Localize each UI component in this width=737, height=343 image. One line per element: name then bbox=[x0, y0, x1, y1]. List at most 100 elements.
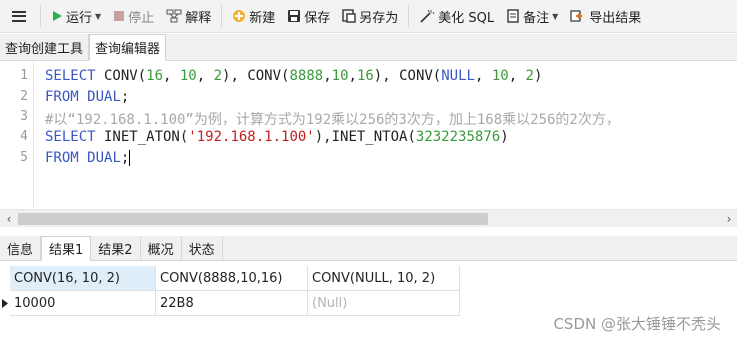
beautify-sql-button[interactable]: 美化 SQL bbox=[415, 3, 498, 29]
grid-cell[interactable]: 22B8 bbox=[156, 291, 308, 316]
sql-keyword: FROM bbox=[45, 89, 79, 105]
sql-text: ) bbox=[500, 129, 509, 145]
grid-cell[interactable]: 10000 bbox=[10, 291, 156, 316]
grid-cell[interactable]: (Null) bbox=[308, 291, 460, 316]
scroll-left-icon[interactable]: ‹ bbox=[2, 212, 16, 226]
toolbar-divider bbox=[40, 5, 41, 27]
sql-number: 10 bbox=[331, 68, 349, 84]
note-label: 备注 bbox=[523, 10, 550, 26]
sql-text: CONV( bbox=[399, 68, 442, 84]
save-icon bbox=[287, 9, 301, 23]
code-line-4: SELECT INET_ATON('192.168.1.100'),INET_N… bbox=[45, 129, 509, 145]
toolbar: 运行 ▼ 停止 解释 新建 保存 另存为 美化 SQL 备注 ▼ 导出结果 bbox=[0, 0, 737, 33]
sql-text: INET_NTOA( bbox=[331, 129, 416, 145]
menu-icon bbox=[12, 10, 26, 22]
code-line-1: SELECT CONV(16, 10, 2), CONV(8888,10,16)… bbox=[45, 68, 542, 84]
sql-keyword: NULL bbox=[441, 68, 475, 84]
beautify-label: 美化 SQL bbox=[438, 10, 495, 26]
sql-text: , bbox=[163, 68, 180, 84]
text-cursor bbox=[129, 150, 131, 166]
stop-button[interactable]: 停止 bbox=[109, 3, 158, 29]
sql-text: , bbox=[508, 68, 526, 84]
row-header-spacer bbox=[0, 266, 10, 291]
sql-number: 10 bbox=[179, 68, 197, 84]
sql-number: 3232235876 bbox=[415, 129, 501, 145]
sql-number: 2 bbox=[525, 68, 534, 84]
beautify-icon bbox=[419, 9, 435, 23]
note-button[interactable]: 备注 ▼ bbox=[502, 3, 562, 29]
sql-comment: #以“192.168.1.100”为例，计算方式为192乘以256的3次方，加上… bbox=[45, 112, 620, 128]
sql-keyword: SELECT bbox=[45, 68, 96, 84]
menu-button[interactable] bbox=[0, 0, 38, 33]
note-dropdown-icon[interactable]: ▼ bbox=[552, 12, 558, 21]
line-number: 2 bbox=[20, 89, 28, 104]
code-line-2: FROM DUAL; bbox=[45, 89, 129, 105]
save-label: 保存 bbox=[304, 10, 331, 26]
new-label: 新建 bbox=[249, 10, 276, 26]
toolbar-divider bbox=[221, 5, 223, 27]
tab-profile[interactable]: 概况 bbox=[141, 236, 182, 260]
save-as-button[interactable]: 另存为 bbox=[338, 3, 402, 29]
result-tabs: 信息 结果1 结果2 概况 状态 bbox=[0, 236, 737, 261]
tab-query-editor[interactable]: 查询编辑器 bbox=[89, 34, 167, 61]
export-icon bbox=[570, 9, 586, 23]
save-as-icon bbox=[342, 9, 356, 23]
explain-label: 解释 bbox=[185, 10, 212, 26]
sql-editor[interactable]: 1 2 3 4 5 SELECT CONV(16, 10, 2), CONV(8… bbox=[0, 62, 737, 208]
sql-number: 16 bbox=[146, 68, 164, 84]
column-header[interactable]: CONV(16, 10, 2) bbox=[10, 266, 156, 291]
new-icon bbox=[232, 9, 246, 23]
toolbar-divider bbox=[408, 5, 410, 27]
stop-label: 停止 bbox=[128, 10, 155, 26]
code-line-3: #以“192.168.1.100”为例，计算方式为192乘以256的3次方，加上… bbox=[45, 109, 620, 129]
sql-text: CONV( bbox=[95, 68, 147, 84]
scrollbar-thumb[interactable] bbox=[18, 213, 488, 225]
editor-horizontal-scrollbar[interactable]: ‹ › bbox=[0, 209, 737, 227]
explain-icon bbox=[166, 9, 182, 23]
play-icon bbox=[51, 10, 63, 22]
save-button[interactable]: 保存 bbox=[283, 3, 334, 29]
grid-header-row: CONV(16, 10, 2) CONV(8888,10,16) CONV(NU… bbox=[0, 266, 460, 291]
sql-number: 2 bbox=[213, 68, 223, 84]
sql-text: CONV( bbox=[247, 68, 290, 84]
sql-keyword: FROM bbox=[45, 150, 79, 166]
sql-string: '192.168.1.100' bbox=[188, 129, 315, 145]
sql-keyword: SELECT bbox=[45, 129, 96, 145]
table-row[interactable]: 10000 22B8 (Null) bbox=[0, 291, 460, 316]
run-dropdown-icon[interactable]: ▼ bbox=[95, 12, 101, 21]
line-number: 5 bbox=[20, 150, 28, 165]
sql-keyword: DUAL bbox=[87, 89, 121, 105]
save-as-label: 另存为 bbox=[359, 10, 399, 26]
export-result-button[interactable]: 导出结果 bbox=[566, 3, 645, 29]
tab-info[interactable]: 信息 bbox=[0, 236, 42, 260]
explain-button[interactable]: 解释 bbox=[162, 3, 215, 29]
sql-text: ; bbox=[120, 89, 130, 105]
scroll-right-icon[interactable]: › bbox=[722, 212, 736, 226]
tab-status[interactable]: 状态 bbox=[182, 236, 223, 260]
row-pointer-icon bbox=[0, 291, 10, 316]
run-button[interactable]: 运行 ▼ bbox=[47, 3, 105, 29]
column-header[interactable]: CONV(NULL, 10, 2) bbox=[308, 266, 460, 291]
sql-text: ) bbox=[533, 68, 543, 84]
query-tabs: 查询创建工具 查询编辑器 bbox=[0, 34, 737, 61]
sql-text: ), bbox=[373, 68, 400, 84]
tab-result-1[interactable]: 结果1 bbox=[41, 236, 92, 261]
sql-text: ; bbox=[120, 150, 130, 166]
column-header[interactable]: CONV(8888,10,16) bbox=[156, 266, 308, 291]
stop-icon bbox=[113, 10, 125, 22]
sql-keyword: DUAL bbox=[87, 150, 121, 166]
line-number-gutter: 1 2 3 4 5 bbox=[0, 62, 34, 208]
line-number: 1 bbox=[20, 68, 28, 83]
tab-result-2[interactable]: 结果2 bbox=[91, 236, 141, 260]
sql-text: , bbox=[474, 68, 492, 84]
line-number: 3 bbox=[20, 109, 28, 124]
note-icon bbox=[506, 9, 520, 23]
watermark: CSDN @张大锤锤不秃头 bbox=[553, 315, 721, 333]
code-line-5: FROM DUAL; bbox=[45, 150, 131, 166]
new-button[interactable]: 新建 bbox=[228, 3, 279, 29]
export-label: 导出结果 bbox=[589, 10, 642, 26]
tab-query-builder[interactable]: 查询创建工具 bbox=[0, 34, 90, 60]
sql-text: ), bbox=[222, 68, 248, 84]
sql-number: 16 bbox=[356, 68, 374, 84]
